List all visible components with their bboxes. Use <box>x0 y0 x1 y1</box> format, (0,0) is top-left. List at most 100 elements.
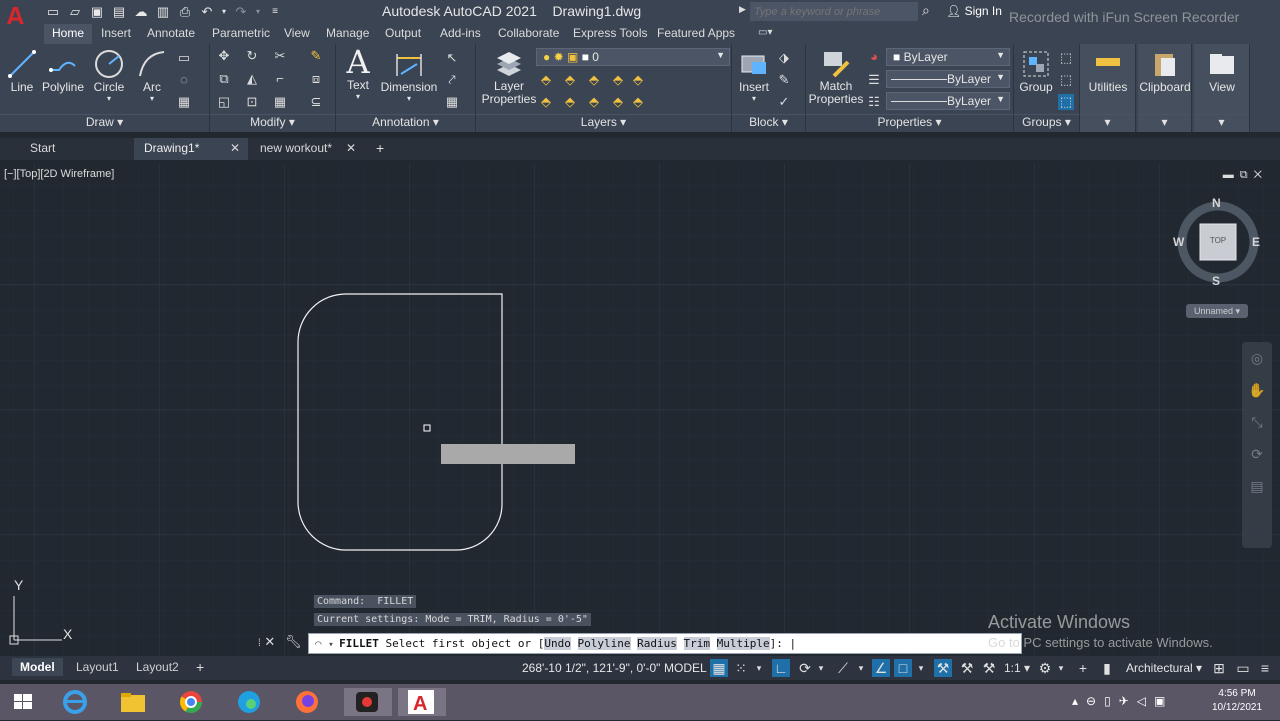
viewport-controls-label[interactable]: [−][Top][2D Wireframe] <box>4 168 114 180</box>
model-space-button[interactable]: MODEL <box>664 661 707 675</box>
windows-start-icon[interactable] <box>8 688 38 716</box>
open-folder-icon[interactable]: ▱ <box>66 3 84 21</box>
layer-freeze-icon[interactable]: ⬘ <box>586 72 602 88</box>
tab-drawing1[interactable]: Drawing1* ✕ <box>134 138 248 160</box>
tab-home[interactable]: Home <box>44 24 93 44</box>
properties-panel-title[interactable]: Properties ▾ <box>806 114 1013 132</box>
compass-north[interactable]: N <box>1212 196 1221 210</box>
tab-new-workout[interactable]: new workout* ✕ <box>250 138 364 160</box>
pan-hand-icon[interactable]: ✋ <box>1242 374 1272 406</box>
snap-icon[interactable]: ⁙ <box>732 659 750 677</box>
tab-view[interactable]: View <box>276 24 318 44</box>
object-snap-icon[interactable]: □ <box>894 659 912 677</box>
restore-icon[interactable]: ⧉ <box>1240 169 1254 181</box>
customization-menu-icon[interactable]: ≡ <box>1256 659 1274 677</box>
close-command-icon[interactable]: ✕ <box>264 634 275 649</box>
option-undo[interactable]: Undo <box>544 637 571 650</box>
internet-explorer-icon[interactable] <box>60 688 90 716</box>
circle-button[interactable]: Circle ▾ <box>90 48 128 103</box>
layers-panel-title[interactable]: Layers ▾ <box>476 114 731 132</box>
arc-dropdown-icon[interactable]: ▾ <box>134 94 170 103</box>
isodraft-icon[interactable]: ⟋ <box>834 659 852 677</box>
compass-south[interactable]: S <box>1212 274 1220 288</box>
layer-lock-icon[interactable]: ⬘ <box>610 72 626 88</box>
workspace-dropdown-icon[interactable]: ▾ <box>1056 659 1066 677</box>
plot-icon[interactable]: ⎙ <box>176 3 194 21</box>
annotation-scale-icon[interactable]: ⚒ <box>980 659 998 677</box>
lineweight-icon[interactable]: ☰ <box>866 72 882 88</box>
close-icon[interactable]: ✕ <box>346 138 356 158</box>
expand-arrow-icon[interactable]: ▶ <box>739 4 746 15</box>
tab-layout1[interactable]: Layout1 <box>68 658 127 676</box>
explode-icon[interactable]: ⧈ <box>308 71 324 87</box>
layer-on-icon[interactable]: ⬘ <box>538 94 554 110</box>
close-icon[interactable]: ✕ <box>1254 169 1268 181</box>
clipboard-dropdown-icon[interactable]: ▾ <box>1138 114 1191 132</box>
viewcube[interactable]: N S E W TOP <box>1173 194 1264 294</box>
battery-icon[interactable]: ▯ <box>1104 694 1119 708</box>
layer-previous-icon[interactable]: ⬘ <box>630 94 646 110</box>
line-button[interactable]: Line <box>4 48 40 94</box>
navigation-bar[interactable]: ◎ ✋ ⤡ ⟳ ▤ <box>1242 342 1272 548</box>
redo-icon[interactable]: ↷ <box>232 3 250 21</box>
view-button[interactable]: View <box>1194 48 1250 94</box>
isodraft-dropdown-icon[interactable]: ▾ <box>856 659 866 677</box>
offset-icon[interactable]: ⊆ <box>308 94 324 110</box>
volume-icon[interactable]: ◁ <box>1137 694 1154 708</box>
tab-manage[interactable]: Manage <box>318 24 377 44</box>
dimension-button[interactable]: Dimension ▾ <box>380 48 438 103</box>
new-tab-plus-icon[interactable]: + <box>376 140 384 156</box>
utilities-button[interactable]: Utilities <box>1080 48 1136 94</box>
erase-icon[interactable]: ✎ <box>308 48 324 64</box>
tab-insert[interactable]: Insert <box>93 24 139 44</box>
save-icon[interactable]: ▣ <box>88 3 106 21</box>
clipboard-panel[interactable]: Clipboard ▾ <box>1138 44 1192 132</box>
grid-icon[interactable]: ▦ <box>710 659 728 677</box>
layer-properties-button[interactable]: Layer Properties <box>480 48 538 106</box>
firefox-icon[interactable] <box>292 688 322 716</box>
grip-handle-icon[interactable]: ⁞ <box>258 638 261 649</box>
leader-icon[interactable]: ↖ <box>444 50 460 66</box>
create-block-icon[interactable]: ⬗ <box>776 50 792 66</box>
option-radius[interactable]: Radius <box>637 637 677 650</box>
close-icon[interactable]: ✕ <box>230 138 240 158</box>
view-panel[interactable]: View ▾ <box>1194 44 1250 132</box>
layer-isolate-icon[interactable]: ⬘ <box>562 72 578 88</box>
airplane-icon[interactable]: ✈ <box>1119 694 1137 708</box>
recorder-tray-icon[interactable]: ⊖ <box>1086 694 1104 708</box>
compass-east[interactable]: E <box>1252 235 1260 249</box>
table-icon[interactable]: ▦ <box>444 94 460 110</box>
layer-thaw-icon[interactable]: ⬘ <box>586 94 602 110</box>
tab-featured-apps[interactable]: Featured Apps <box>649 24 743 44</box>
viewcube-top-face[interactable]: TOP <box>1200 236 1236 245</box>
command-input[interactable]: ⌒ ▾ FILLET Select first object or [Undo … <box>308 633 1022 654</box>
taskbar-clock[interactable]: 4:56 PM 10/12/2021 <box>1212 687 1262 715</box>
layer-unlock-icon[interactable]: ⬘ <box>610 94 626 110</box>
modify-panel-title[interactable]: Modify ▾ <box>210 114 335 132</box>
text-dropdown-icon[interactable]: ▾ <box>340 92 376 101</box>
snap-dropdown-icon[interactable]: ▾ <box>754 659 764 677</box>
tab-parametric[interactable]: Parametric <box>204 24 278 44</box>
annotation-scale-value[interactable]: 1:1 ▾ <box>1004 661 1030 675</box>
lineweight-dropdown[interactable]: ByLayer ▼ <box>886 92 1010 110</box>
undo-icon[interactable]: ↶ <box>198 3 216 21</box>
add-layout-plus-icon[interactable]: + <box>196 659 204 675</box>
move-icon[interactable]: ✥ <box>216 48 232 64</box>
ucs-menu[interactable]: Unnamed ▾ <box>1186 304 1248 318</box>
tab-express-tools[interactable]: Express Tools <box>565 24 655 44</box>
tab-layout2[interactable]: Layout2 <box>128 658 187 676</box>
annotation-panel-title[interactable]: Annotation ▾ <box>336 114 475 132</box>
linetype-icon[interactable]: ☷ <box>866 94 882 110</box>
quick-properties-icon[interactable]: ⊞ <box>1210 659 1228 677</box>
undo-dropdown-icon[interactable]: ▾ <box>220 3 228 21</box>
auto-scale-icon[interactable]: ⚒ <box>958 659 976 677</box>
linetype-dropdown[interactable]: ByLayer ▼ <box>886 70 1010 88</box>
show-hidden-icons-icon[interactable]: ▴ <box>1072 694 1086 708</box>
clipboard-button[interactable]: Clipboard <box>1138 48 1192 94</box>
save-as-icon[interactable]: ▤ <box>110 3 128 21</box>
polar-icon[interactable]: ⟳ <box>796 659 814 677</box>
annotation-monitor-icon[interactable]: + <box>1074 659 1092 677</box>
stretch-icon[interactable]: ◱ <box>216 94 232 110</box>
layer-match-icon[interactable]: ⬘ <box>630 72 646 88</box>
showmotion-icon[interactable]: ▤ <box>1242 470 1272 502</box>
